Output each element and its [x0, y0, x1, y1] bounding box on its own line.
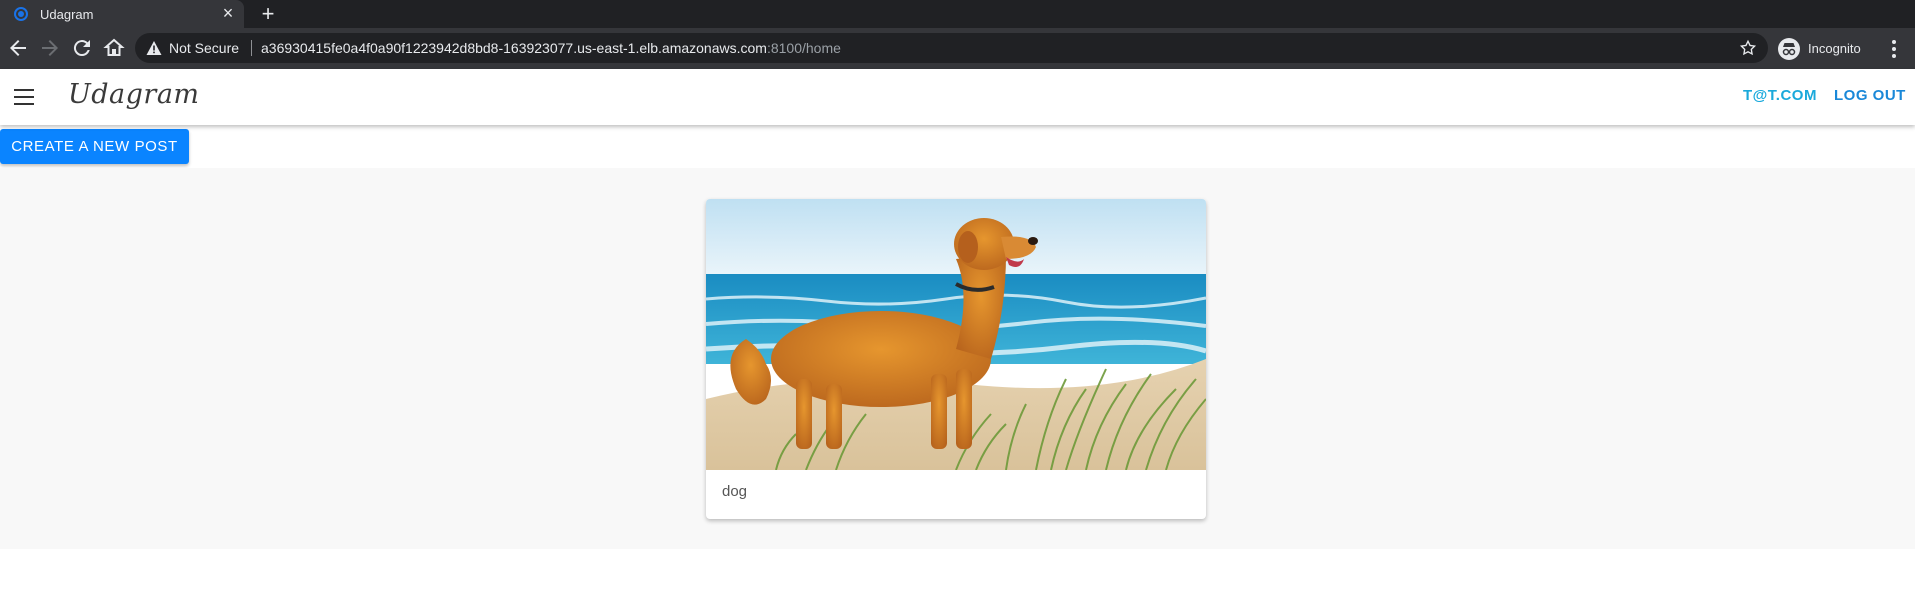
tab-title: Udagram	[40, 7, 94, 22]
post-caption: dog	[722, 483, 748, 500]
reload-icon[interactable]	[70, 36, 94, 60]
incognito-label[interactable]: Incognito	[1808, 41, 1861, 56]
home-icon[interactable]	[102, 36, 126, 60]
action-bar: CREATE A NEW POST	[0, 125, 1915, 168]
omnibox-divider	[251, 40, 252, 56]
feed-content: dog	[0, 168, 1915, 549]
brand-logo[interactable]: Udagram	[68, 79, 200, 110]
back-icon[interactable]	[6, 36, 30, 60]
forward-icon[interactable]	[38, 36, 62, 60]
star-icon[interactable]	[1739, 39, 1757, 57]
browser-tabstrip: Udagram × +	[0, 0, 1915, 28]
user-email-link[interactable]: T@T.COM	[1743, 87, 1817, 104]
more-icon[interactable]	[1884, 38, 1904, 60]
post-image	[706, 199, 1206, 470]
logout-button[interactable]: LOG OUT	[1834, 87, 1906, 104]
create-post-button[interactable]: CREATE A NEW POST	[0, 129, 189, 164]
menu-icon[interactable]	[12, 87, 36, 107]
url-text[interactable]: a36930415fe0a4f0a90f1223942d8bd8-1639230…	[261, 40, 841, 56]
address-bar[interactable]: Not Secure a36930415fe0a4f0a90f1223942d8…	[135, 33, 1768, 63]
app-header: Udagram T@T.COM LOG OUT	[0, 69, 1915, 125]
incognito-icon[interactable]	[1778, 38, 1800, 60]
url-host: a36930415fe0a4f0a90f1223942d8bd8-1639230…	[261, 40, 767, 56]
browser-toolbar: Not Secure a36930415fe0a4f0a90f1223942d8…	[0, 28, 1915, 69]
url-path: :8100/home	[766, 40, 841, 56]
security-label[interactable]: Not Secure	[169, 40, 239, 56]
feed-item-card[interactable]: dog	[706, 199, 1206, 519]
warning-icon[interactable]	[146, 40, 162, 56]
favicon-icon	[14, 7, 28, 21]
new-tab-icon[interactable]: +	[256, 2, 280, 26]
close-tab-icon[interactable]: ×	[218, 3, 238, 23]
browser-tab[interactable]: Udagram ×	[0, 0, 244, 28]
